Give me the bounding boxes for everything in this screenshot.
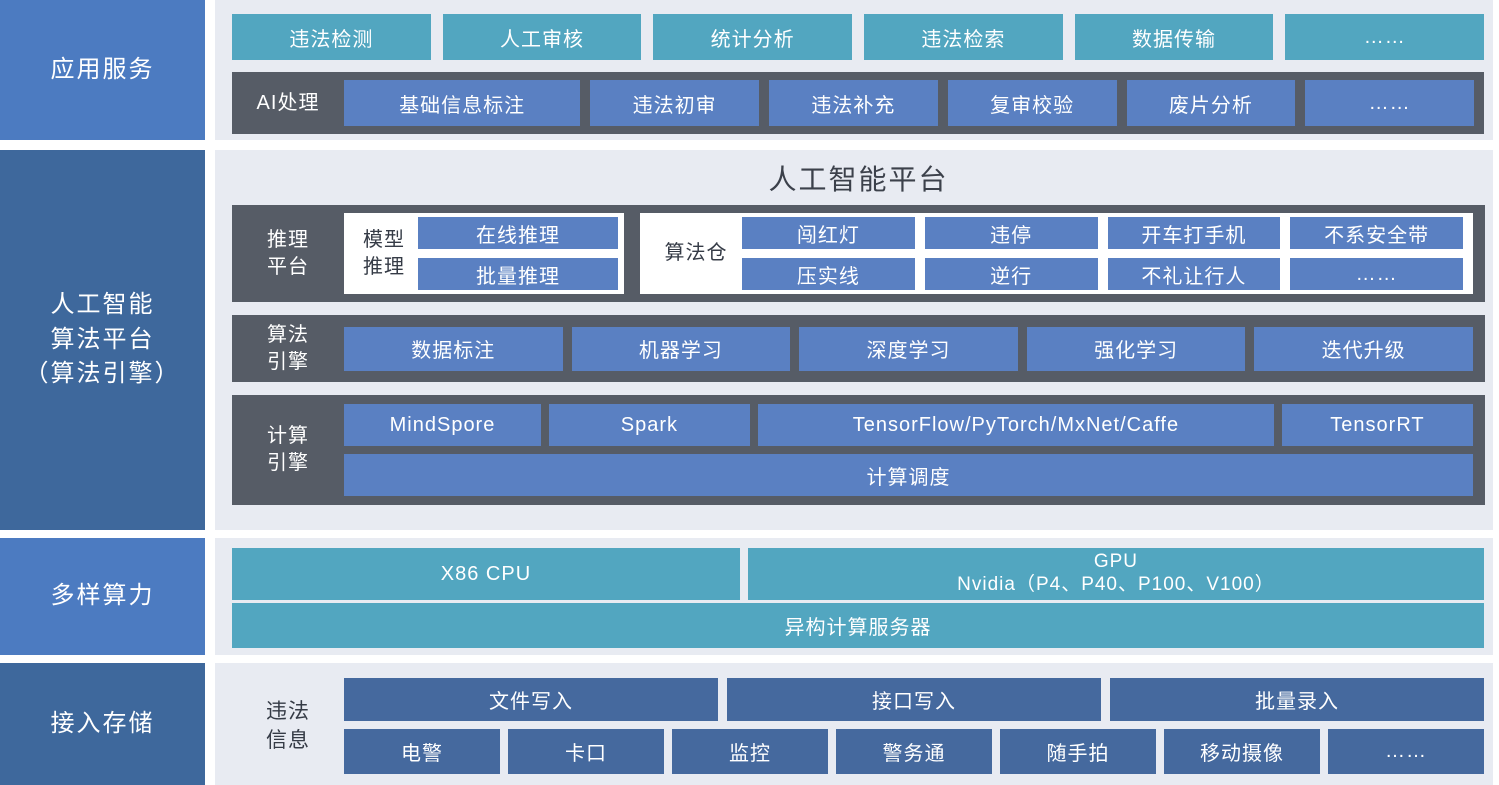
algorithm-engine-bar: 算法 引擎 数据标注 机器学习 深度学习 强化学习 迭代升级 xyxy=(232,315,1485,382)
sidebar-label-line: 人工智能 xyxy=(51,288,155,323)
app-services-button-row: 违法检测 人工审核 统计分析 违法检索 数据传输 …… xyxy=(232,14,1484,60)
engine-chip: 深度学习 xyxy=(799,327,1018,371)
inference-platform-bar: 推理 平台 模型 推理 在线推理 批量推理 算法仓 闯红灯 xyxy=(232,205,1485,302)
model-inference-box: 模型 推理 在线推理 批量推理 xyxy=(344,213,624,294)
engine-chip: 迭代升级 xyxy=(1254,327,1473,371)
row-gap xyxy=(0,530,1499,538)
model-inference-label: 模型 推理 xyxy=(350,227,418,281)
inference-platform-label: 推理 平台 xyxy=(232,227,344,281)
engine-chip: 强化学习 xyxy=(1027,327,1246,371)
algorithm-engine-label: 算法 引擎 xyxy=(232,322,344,376)
sidebar-block-computing-power: 多样算力 xyxy=(0,538,205,655)
compute-engine-bar: 计算 引擎 MindSpore Spark TensorFlow/PyTorch… xyxy=(232,395,1485,505)
algorithm-engine-chips: 数据标注 机器学习 深度学习 强化学习 迭代升级 xyxy=(344,327,1473,371)
engine-chip: 机器学习 xyxy=(572,327,791,371)
algorithm-warehouse-grid: 闯红灯 违停 开车打手机 不系安全带 压实线 逆行 不礼让行人 …… xyxy=(742,217,1463,290)
app-services-panel: 违法检测 人工审核 统计分析 违法检索 数据传输 …… AI处理 基础信息标注 … xyxy=(215,0,1493,140)
algorithm-chip: 开车打手机 xyxy=(1108,217,1281,249)
framework-chip: TensorFlow/PyTorch/MxNet/Caffe xyxy=(758,404,1274,446)
algorithm-chip: 逆行 xyxy=(925,258,1098,290)
algorithm-warehouse-label: 算法仓 xyxy=(650,240,742,267)
sidebar-block-ai-algo-platform: 人工智能 算法平台 （算法引擎） xyxy=(0,150,205,530)
service-chip: 违法检测 xyxy=(232,14,431,60)
engine-chip: 数据标注 xyxy=(344,327,563,371)
source-chip-ellipsis: …… xyxy=(1328,729,1484,774)
column-gap xyxy=(205,150,215,530)
source-chip: 电警 xyxy=(344,729,500,774)
architecture-diagram: 应用服务 违法检测 人工审核 统计分析 违法检索 数据传输 …… AI处理 基础… xyxy=(0,0,1499,785)
ai-chip: 废片分析 xyxy=(1127,80,1296,126)
write-methods-row: 文件写入 接口写入 批量录入 xyxy=(344,678,1484,721)
column-gap xyxy=(205,0,215,140)
write-chip: 文件写入 xyxy=(344,678,718,721)
service-chip: 违法检索 xyxy=(864,14,1063,60)
algorithm-chip: 闯红灯 xyxy=(742,217,915,249)
compute-scheduling-bar: 计算调度 xyxy=(344,454,1473,496)
framework-chip: TensorRT xyxy=(1282,404,1473,446)
algorithm-chip: 违停 xyxy=(925,217,1098,249)
data-sources-row: 电警 卡口 监控 警务通 随手拍 移动摄像 …… xyxy=(344,729,1484,774)
sidebar-label-line: 算法平台 xyxy=(51,323,155,358)
compute-engine-chips: MindSpore Spark TensorFlow/PyTorch/MxNet… xyxy=(344,404,1473,496)
write-chip: 批量录入 xyxy=(1110,678,1484,721)
service-chip-ellipsis: …… xyxy=(1285,14,1484,60)
algorithm-warehouse-box: 算法仓 闯红灯 违停 开车打手机 不系安全带 压实线 逆行 不礼让行人 …… xyxy=(640,213,1473,294)
ai-chip: 复审校验 xyxy=(948,80,1117,126)
sidebar-label: 接入存储 xyxy=(51,707,155,742)
ai-chip: 违法初审 xyxy=(590,80,759,126)
storage-buttons: 文件写入 接口写入 批量录入 电警 卡口 监控 警务通 随手拍 移动摄像 …… xyxy=(344,678,1484,785)
algorithm-chip: 不系安全带 xyxy=(1290,217,1463,249)
access-storage-panel: 违法 信息 文件写入 接口写入 批量录入 电警 卡口 监控 警务通 随手拍 移动… xyxy=(215,663,1493,785)
ai-chip-ellipsis: …… xyxy=(1305,80,1474,126)
heterogeneous-server-bar: 异构计算服务器 xyxy=(232,603,1484,648)
ai-chip: 基础信息标注 xyxy=(344,80,580,126)
write-chip: 接口写入 xyxy=(727,678,1101,721)
inference-chip: 批量推理 xyxy=(418,258,618,290)
column-gap xyxy=(205,538,215,655)
sidebar-label: 多样算力 xyxy=(51,579,155,614)
service-chip: 数据传输 xyxy=(1075,14,1274,60)
source-chip: 卡口 xyxy=(508,729,664,774)
violation-info-label: 违法 信息 xyxy=(232,678,344,774)
computing-power-panel: X86 CPU GPU Nvidia（P4、P40、P100、V100） 异构计… xyxy=(215,538,1493,655)
service-chip: 统计分析 xyxy=(653,14,852,60)
compute-frameworks-row: MindSpore Spark TensorFlow/PyTorch/MxNet… xyxy=(344,404,1473,446)
sidebar-block-access-storage: 接入存储 xyxy=(0,663,205,785)
ai-chip: 违法补充 xyxy=(769,80,938,126)
source-chip: 随手拍 xyxy=(1000,729,1156,774)
sidebar-label-line: （算法引擎） xyxy=(25,357,181,392)
ai-processing-chips: 基础信息标注 违法初审 违法补充 复审校验 废片分析 …… xyxy=(344,80,1474,126)
column-gap xyxy=(205,663,215,785)
algorithm-chip: 不礼让行人 xyxy=(1108,258,1281,290)
ai-platform-panel: 人工智能平台 推理 平台 模型 推理 在线推理 批量推理 xyxy=(215,150,1493,530)
processor-row: X86 CPU GPU Nvidia（P4、P40、P100、V100） xyxy=(232,548,1484,600)
sidebar-label: 应用服务 xyxy=(51,53,155,88)
framework-chip: Spark xyxy=(549,404,750,446)
compute-engine-label: 计算 引擎 xyxy=(232,423,344,477)
algorithm-chip: 压实线 xyxy=(742,258,915,290)
source-chip: 移动摄像 xyxy=(1164,729,1320,774)
cpu-block: X86 CPU xyxy=(232,548,740,600)
source-chip: 监控 xyxy=(672,729,828,774)
algorithm-chip-ellipsis: …… xyxy=(1290,258,1463,290)
gpu-block: GPU Nvidia（P4、P40、P100、V100） xyxy=(748,548,1484,600)
ai-platform-title: 人工智能平台 xyxy=(232,150,1485,205)
framework-chip: MindSpore xyxy=(344,404,541,446)
source-chip: 警务通 xyxy=(836,729,992,774)
row-gap xyxy=(0,140,1499,150)
ai-processing-bar: AI处理 基础信息标注 违法初审 违法补充 复审校验 废片分析 …… xyxy=(232,72,1484,134)
model-inference-buttons: 在线推理 批量推理 xyxy=(418,217,618,290)
sidebar-block-app-services: 应用服务 xyxy=(0,0,205,140)
ai-processing-label: AI处理 xyxy=(232,90,344,117)
row-gap xyxy=(0,655,1499,663)
service-chip: 人工审核 xyxy=(443,14,642,60)
inference-chip: 在线推理 xyxy=(418,217,618,249)
